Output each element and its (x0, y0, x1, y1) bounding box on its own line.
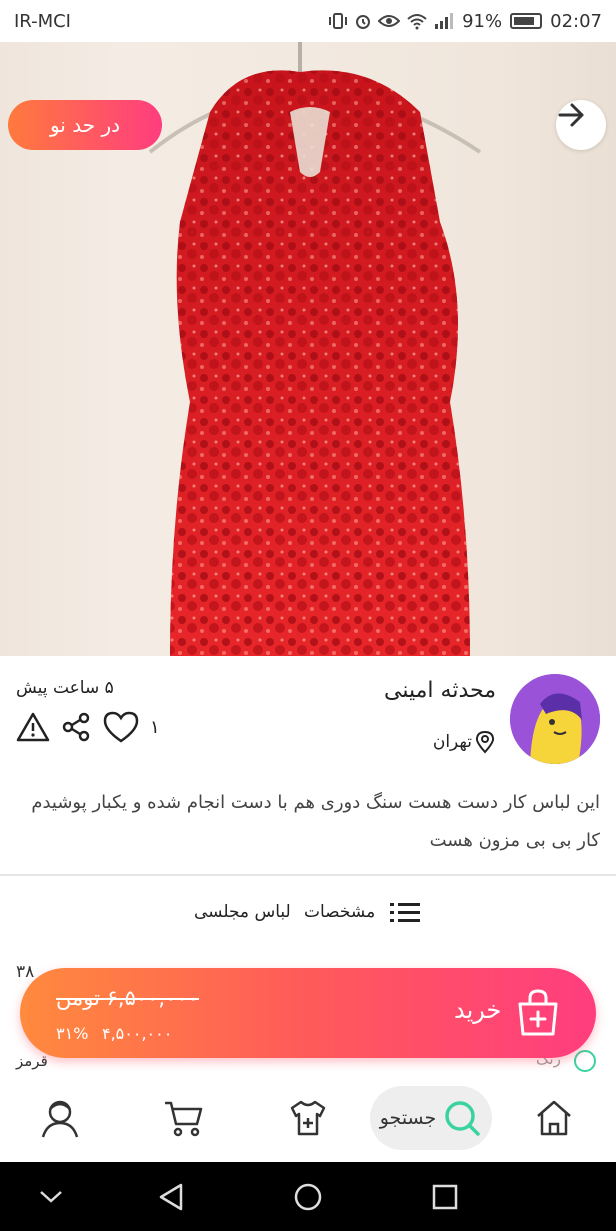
old-price: ۶,۵۰۰,۰۰۰ تومن (56, 986, 199, 1010)
list-icon (390, 903, 420, 922)
specs-label: مشخصات (304, 902, 376, 922)
nav-hide-button[interactable] (34, 1180, 68, 1214)
color-radio[interactable] (574, 1050, 596, 1072)
size-value: ۳۸ (16, 962, 35, 982)
product-description: این لباس کار دست هست سنگ دوری هم با دست … (31, 792, 600, 851)
add-clothing-icon (290, 1100, 326, 1136)
arrow-right-icon (558, 103, 584, 127)
seller-location: تهران (433, 730, 496, 754)
avatar[interactable] (510, 674, 600, 764)
like-count: ۱ (150, 716, 160, 738)
discount-percent: ۳۱% (56, 1024, 89, 1043)
square-recents-icon (432, 1184, 458, 1210)
nav-recents-button[interactable] (428, 1180, 462, 1214)
circle-home-icon (294, 1183, 322, 1211)
tab-add-item[interactable] (278, 1090, 338, 1146)
cart-icon (165, 1101, 203, 1137)
nav-home-button[interactable] (291, 1180, 325, 1214)
alarm-icon (356, 15, 371, 29)
color-value: قرمز (16, 1052, 48, 1070)
carrier-label: IR-MCI (14, 10, 71, 32)
buy-label: خرید (454, 996, 502, 1024)
new-price: ۴,۵۰۰,۰۰۰ (102, 1024, 173, 1043)
specs-row[interactable]: مشخصات لباس مجلسی (0, 890, 616, 934)
status-icons (328, 12, 454, 30)
status-bar: IR-MCI 91% 02:07 (0, 0, 616, 42)
battery-percent: 91% (462, 10, 503, 32)
shopping-bag-plus-icon (518, 989, 558, 1036)
tab-profile[interactable] (30, 1090, 90, 1146)
condition-badge: در حد نو (8, 100, 162, 150)
product-image[interactable]: در حد نو (0, 42, 616, 656)
tab-home[interactable] (524, 1090, 584, 1146)
profile-icon (41, 1100, 79, 1138)
wifi-icon (407, 14, 427, 30)
buy-button[interactable]: ۶,۵۰۰,۰۰۰ تومن ۳۱% ۴,۵۰۰,۰۰۰ خرید (20, 968, 596, 1058)
home-icon (537, 1100, 571, 1136)
status-right: 91% 02:07 (328, 11, 602, 32)
eye-icon (378, 15, 401, 27)
triangle-back-icon (159, 1183, 183, 1211)
signal-icon (435, 13, 454, 29)
clock: 02:07 (550, 10, 602, 32)
avatar-illustration (510, 674, 600, 764)
category-value: لباس مجلسی (194, 902, 291, 922)
chevron-down-icon (40, 1191, 62, 1203)
post-actions: ۱ (16, 710, 160, 744)
nav-back-button[interactable] (154, 1180, 188, 1214)
share-icon[interactable] (60, 711, 92, 743)
tab-search[interactable]: جستجو (370, 1086, 492, 1150)
seller-section: محدثه امینی تهران ۵ ساعت پیش ۱ این لباس … (0, 656, 616, 876)
tab-cart[interactable] (154, 1090, 214, 1146)
seller-name[interactable]: محدثه امینی (384, 678, 496, 703)
vibrate-icon (329, 13, 348, 29)
location-pin-icon (475, 730, 495, 754)
back-button[interactable] (556, 100, 606, 150)
system-nav-bar (0, 1162, 616, 1231)
posted-time: ۵ ساعت پیش (16, 678, 114, 698)
section-divider (0, 874, 616, 876)
search-icon (445, 1101, 480, 1136)
heart-icon[interactable] (102, 710, 140, 744)
seller-city: تهران (432, 732, 472, 752)
tab-search-label: جستجو (379, 1107, 437, 1129)
battery-icon (510, 13, 543, 29)
bottom-tab-bar: جستجو (0, 1076, 616, 1162)
report-icon[interactable] (16, 711, 50, 743)
